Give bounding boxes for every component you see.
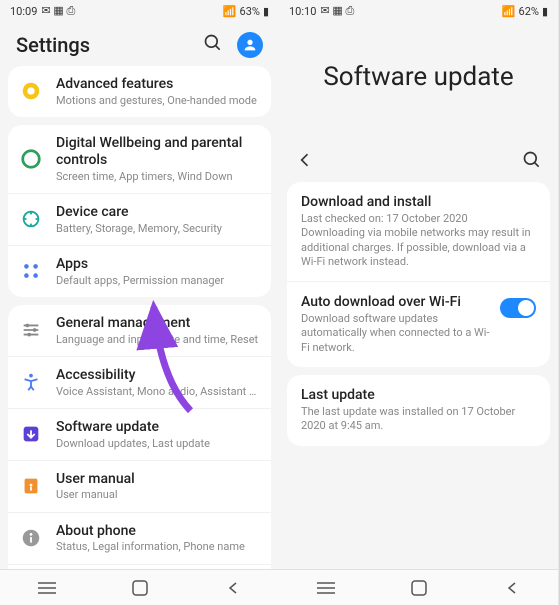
settings-list: Advanced featuresMotions and gestures, O…	[0, 66, 279, 569]
wellbeing-icon	[20, 148, 42, 170]
item-sub: Download software updates automatically …	[301, 312, 490, 355]
settings-item-general[interactable]: General managementLanguage and input, Da…	[8, 305, 271, 357]
item-title: Digital Wellbeing and parental controls	[56, 135, 259, 169]
status-bar: 10:09 ✉ ▦ ⎙ 📶 63% ▮	[0, 0, 279, 22]
profile-avatar[interactable]	[237, 32, 263, 58]
item-title: Advanced features	[56, 76, 259, 93]
accessibility-icon	[20, 371, 42, 393]
signal-icon: 📶	[502, 5, 516, 18]
nav-recent[interactable]	[22, 581, 72, 595]
settings-header: Settings	[0, 22, 279, 66]
update-list: Download and install Last checked on: 17 …	[279, 182, 558, 569]
advanced-icon	[20, 80, 42, 102]
nav-home[interactable]	[115, 580, 165, 596]
settings-item-about[interactable]: About phoneStatus, Legal information, Ph…	[8, 513, 271, 565]
about-icon	[20, 527, 42, 549]
item-title: Accessibility	[56, 367, 259, 384]
item-sub: Screen time, App timers, Wind Down	[56, 170, 259, 183]
item-sub: Status, Legal information, Phone name	[56, 540, 259, 553]
search-icon[interactable]	[203, 33, 223, 57]
item-sub: Motions and gestures, One-handed mode	[56, 94, 259, 107]
general-icon	[20, 319, 42, 341]
item-title: About phone	[56, 523, 259, 540]
item-sub: Voice Assistant, Mono audio, Assistant m…	[56, 385, 259, 398]
device-care-icon	[20, 208, 42, 230]
item-title: Download and install	[301, 194, 536, 210]
settings-item-accessibility[interactable]: AccessibilityVoice Assistant, Mono audio…	[8, 357, 271, 409]
phone-right: 10:10 ✉ ▦ ⎙ 📶 62% ▮ Software update Down…	[279, 0, 558, 605]
search-icon[interactable]	[522, 150, 542, 174]
signal-icon: 📶	[223, 5, 237, 18]
phone-left: 10:09 ✉ ▦ ⎙ 📶 63% ▮ Settings Advanced fe…	[0, 0, 279, 605]
nav-back[interactable]	[487, 581, 537, 595]
status-icons-left: ✉ ▦ ⎙	[41, 4, 75, 18]
page-title: Settings	[16, 33, 90, 57]
item-title: User manual	[56, 471, 259, 488]
item-sub: Download updates, Last update	[56, 437, 259, 450]
update-item[interactable]: Auto download over Wi-Fi Download softwar…	[287, 282, 550, 367]
item-title: Software update	[56, 419, 259, 436]
settings-item-software-update[interactable]: Software updateDownload updates, Last up…	[8, 409, 271, 461]
item-title: Last update	[301, 387, 536, 403]
nav-back[interactable]	[208, 581, 258, 595]
settings-item-apps[interactable]: AppsDefault apps, Permission manager	[8, 246, 271, 297]
settings-item-device-care[interactable]: Device careBattery, Storage, Memory, Sec…	[8, 194, 271, 246]
item-sub: Last checked on: 17 October 2020Download…	[301, 212, 536, 269]
nav-bar	[0, 569, 279, 605]
item-sub: The last update was installed on 17 Octo…	[301, 405, 536, 434]
settings-item-user-manual[interactable]: User manualUser manual	[8, 461, 271, 513]
battery-text: 63%	[240, 5, 260, 18]
item-title: Apps	[56, 256, 259, 273]
item-sub: Battery, Storage, Memory, Security	[56, 222, 259, 235]
toggle-switch[interactable]	[500, 298, 536, 318]
battery-text: 62%	[519, 5, 539, 18]
item-sub: Language and input, Date and time, Reset	[56, 333, 259, 346]
update-item[interactable]: Download and install Last checked on: 17 …	[287, 182, 550, 282]
battery-icon: ▮	[263, 5, 269, 18]
item-sub: User manual	[56, 488, 259, 501]
page-title: Software update	[279, 22, 558, 142]
apps-icon	[20, 260, 42, 282]
nav-bar	[279, 569, 558, 605]
nav-home[interactable]	[394, 580, 444, 596]
status-time: 10:10	[289, 5, 316, 18]
battery-icon: ▮	[542, 5, 548, 18]
status-time: 10:09	[10, 5, 37, 18]
software-update-icon	[20, 423, 42, 445]
item-sub: Default apps, Permission manager	[56, 274, 259, 287]
status-bar: 10:10 ✉ ▦ ⎙ 📶 62% ▮	[279, 0, 558, 22]
item-title: General management	[56, 315, 259, 332]
item-title: Auto download over Wi-Fi	[301, 294, 490, 310]
status-icons-left: ✉ ▦ ⎙	[320, 4, 354, 18]
nav-recent[interactable]	[301, 581, 351, 595]
settings-item-advanced[interactable]: Advanced featuresMotions and gestures, O…	[8, 66, 271, 117]
back-icon[interactable]	[295, 150, 315, 174]
user-manual-icon	[20, 475, 42, 497]
item-title: Device care	[56, 204, 259, 221]
sub-header	[279, 142, 558, 182]
last-update-item[interactable]: Last update The last update was installe…	[287, 375, 550, 446]
settings-item-wellbeing[interactable]: Digital Wellbeing and parental controlsS…	[8, 125, 271, 194]
